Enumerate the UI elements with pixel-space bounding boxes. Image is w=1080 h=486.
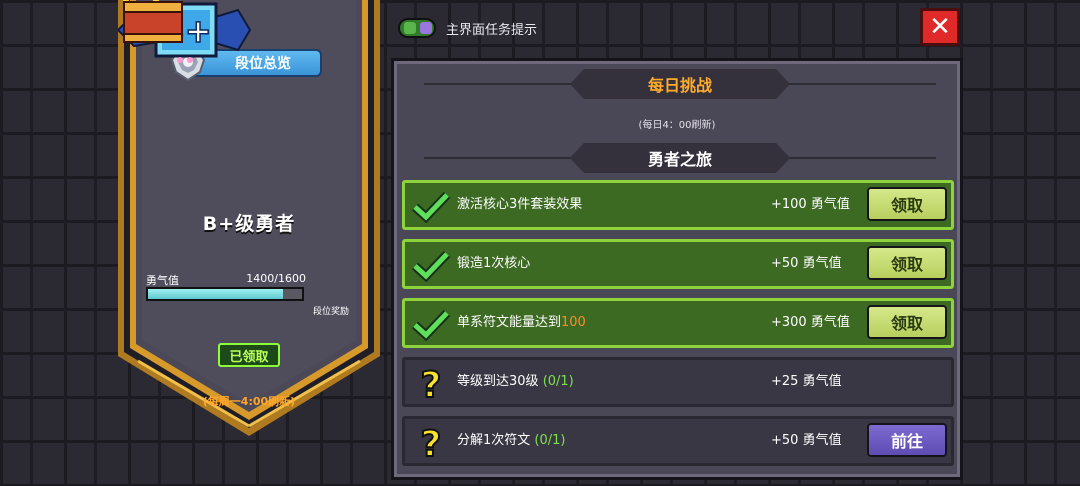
hero-journey-title: 勇者之旅 [647, 150, 712, 169]
toggle-knob [420, 22, 432, 34]
task-name: 等级到达30级 (0/1) [457, 374, 574, 389]
task-row: 激活核心3件套装效果 +100 勇气值 领取 [402, 180, 954, 230]
courage-progress-bar [146, 287, 304, 301]
daily-header: 每日挑战 [404, 69, 956, 99]
question-icon: ? [420, 366, 443, 400]
task-hint-toggle[interactable] [398, 18, 436, 38]
task-row: ? 等级到达30级 (0/1) +25 勇气值 [402, 357, 954, 407]
courage-value: 1400/1600 [246, 272, 306, 285]
svg-text:?: ? [421, 425, 442, 459]
claimed-chest-icon [123, 1, 183, 43]
claim-button[interactable]: 领取 [867, 246, 947, 280]
task-reward: +25 勇气值 [771, 374, 842, 389]
check-icon [411, 191, 451, 223]
task-hint-toggle-label: 主界面任务提示 [446, 23, 538, 38]
go-button[interactable]: 前往 [867, 423, 947, 457]
close-icon: ✕ [929, 12, 951, 42]
toggle-track-mark [404, 22, 416, 34]
close-button[interactable]: ✕ [920, 8, 960, 46]
task-row: 锻造1次核心 +50 勇气值 领取 [402, 239, 954, 289]
task-reward: +50 勇气值 [771, 256, 842, 271]
task-name: 单系符文能量达到100 [457, 315, 586, 330]
courage-progress-fill [148, 289, 283, 299]
task-reward: +300 勇气值 [771, 315, 850, 330]
weekly-refresh-note: (每周一4:00刷新) [202, 395, 296, 408]
journey-header: 勇者之旅 [404, 143, 956, 173]
task-reward: +100 勇气值 [771, 197, 850, 212]
claim-button[interactable]: 领取 [867, 305, 947, 339]
check-icon [411, 250, 451, 282]
svg-text:?: ? [421, 366, 442, 400]
task-name: 激活核心3件套装效果 [457, 197, 583, 212]
daily-refresh-note: (每日4：00刷新) [638, 120, 716, 131]
task-row: ? 分解1次符文 (0/1) +50 勇气值 前往 [402, 416, 954, 466]
courage-label: 勇气值 [146, 274, 179, 287]
rank-reward-label: 段位奖励 [312, 307, 349, 317]
task-name: 分解1次符文 (0/1) [457, 433, 566, 448]
question-icon: ? [420, 425, 443, 459]
daily-challenge-title: 每日挑战 [647, 76, 712, 95]
task-name: 锻造1次核心 [457, 256, 531, 271]
claimed-button[interactable]: 已领取 [218, 343, 280, 367]
challenge-panel: 每日挑战 (每日4：00刷新) 勇者之旅 激活核心3件套装效果 +100 勇气值… [391, 58, 963, 480]
claim-button[interactable]: 领取 [867, 187, 947, 221]
task-row: 单系符文能量达到100 +300 勇气值 领取 [402, 298, 954, 348]
check-icon [411, 309, 451, 341]
task-reward: +50 勇气值 [771, 433, 842, 448]
rank-banner: 段位总览 B+ B+级勇者 勇气值 1400/1600 段位奖励 已领取 (每周… [118, 0, 380, 444]
rank-title: B+级勇者 [202, 213, 296, 235]
